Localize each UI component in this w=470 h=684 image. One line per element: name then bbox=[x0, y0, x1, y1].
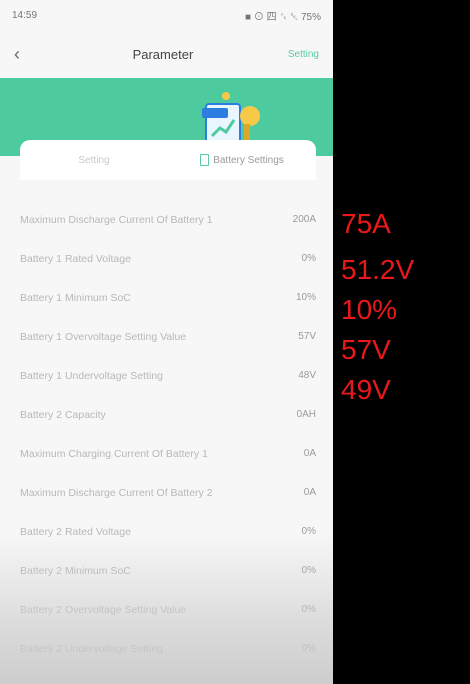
tab-battery-settings-label: Battery Settings bbox=[213, 154, 284, 166]
parameter-value: 0A bbox=[303, 487, 316, 498]
status-icons: ■ ⊙ 四 ␜ ␡ 75% bbox=[245, 11, 321, 23]
list-item[interactable]: Battery 1 Minimum SoC 10% bbox=[20, 278, 316, 317]
parameter-label: Maximum Charging Current Of Battery 1 bbox=[20, 447, 208, 460]
parameter-label: Battery 2 Capacity bbox=[20, 408, 106, 421]
status-time: 14:59 bbox=[12, 9, 38, 21]
parameter-value: 10% bbox=[295, 292, 316, 303]
list-item[interactable]: Maximum Charging Current Of Battery 1 0A bbox=[20, 434, 316, 473]
battery-icon bbox=[200, 154, 210, 166]
phone-screen: 14:59 ■ ⊙ 四 ␜ ␡ 75% ‹ Parameter Setting … bbox=[0, 0, 333, 684]
list-item[interactable]: Battery 2 Overvoltage Setting Value 0% bbox=[20, 590, 316, 629]
parameter-value: 57V bbox=[298, 331, 316, 342]
parameter-label: Battery 2 Overvoltage Setting Value bbox=[20, 603, 187, 616]
overlay-value-4: 57V bbox=[341, 334, 391, 365]
parameter-value: 0% bbox=[301, 253, 316, 264]
list-item[interactable]: Battery 1 Rated Voltage 0% bbox=[20, 239, 316, 278]
list-item[interactable]: Battery 1 Undervoltage Setting 48V bbox=[20, 356, 316, 395]
parameter-value: 0% bbox=[301, 604, 316, 615]
tab-setting[interactable]: Setting bbox=[20, 155, 168, 166]
list-item[interactable]: Battery 2 Minimum SoC 0% bbox=[20, 551, 316, 590]
parameter-label: Battery 1 Overvoltage Setting Value bbox=[20, 330, 187, 343]
back-chevron-icon[interactable]: ‹ bbox=[14, 44, 38, 65]
list-item[interactable]: Maximum Discharge Current Of Battery 1 20… bbox=[20, 200, 316, 239]
parameter-label: Maximum Discharge Current Of Battery 2 bbox=[20, 486, 213, 499]
list-item[interactable]: Battery 2 Capacity 0AH bbox=[20, 395, 316, 434]
list-item[interactable]: Battery 2 Rated Voltage 0% bbox=[20, 512, 316, 551]
parameter-label: Battery 1 Rated Voltage bbox=[20, 252, 131, 265]
status-bar: 14:59 ■ ⊙ 四 ␜ ␡ 75% bbox=[0, 0, 333, 30]
setting-link[interactable]: Setting bbox=[288, 49, 319, 60]
list-item[interactable]: Battery 1 Overvoltage Setting Value 57V bbox=[20, 317, 316, 356]
parameter-label: Battery 1 Minimum SoC bbox=[20, 291, 131, 304]
parameter-label: Battery 1 Undervoltage Setting bbox=[20, 369, 164, 382]
page-title: Parameter bbox=[132, 46, 194, 62]
tab-setting-label: Setting bbox=[78, 154, 110, 166]
nav-bar: ‹ Parameter Setting bbox=[0, 30, 333, 78]
overlay-value-5: 49V bbox=[341, 374, 391, 405]
parameter-value: 48V bbox=[298, 370, 316, 381]
parameter-value: 200A bbox=[292, 214, 316, 225]
list-item[interactable]: Battery 2 Undervoltage Setting 0% bbox=[20, 629, 316, 668]
tab-bar: Setting Battery Settings bbox=[20, 140, 316, 180]
parameter-value: 0% bbox=[301, 643, 316, 654]
parameter-value: 0AH bbox=[296, 409, 316, 420]
parameter-label: Maximum Discharge Current Of Battery 1 bbox=[20, 213, 213, 226]
parameter-label: Battery 2 Undervoltage Setting bbox=[20, 642, 164, 655]
parameter-list: Maximum Discharge Current Of Battery 1 20… bbox=[20, 200, 316, 668]
overlay-value-1: 75A bbox=[341, 208, 391, 239]
parameter-value: 0% bbox=[301, 526, 316, 537]
parameter-value: 0A bbox=[303, 448, 316, 459]
overlay-value-3: 10% bbox=[341, 294, 398, 325]
parameter-label: Battery 2 Rated Voltage bbox=[20, 525, 131, 538]
overlay-value-2: 51.2V bbox=[341, 254, 415, 285]
tab-battery-settings[interactable]: Battery Settings bbox=[168, 154, 316, 166]
parameter-label: Battery 2 Minimum SoC bbox=[20, 564, 131, 577]
report-illustration-icon bbox=[202, 92, 260, 145]
parameter-value: 0% bbox=[301, 565, 316, 576]
list-item[interactable]: Maximum Discharge Current Of Battery 2 0A bbox=[20, 473, 316, 512]
